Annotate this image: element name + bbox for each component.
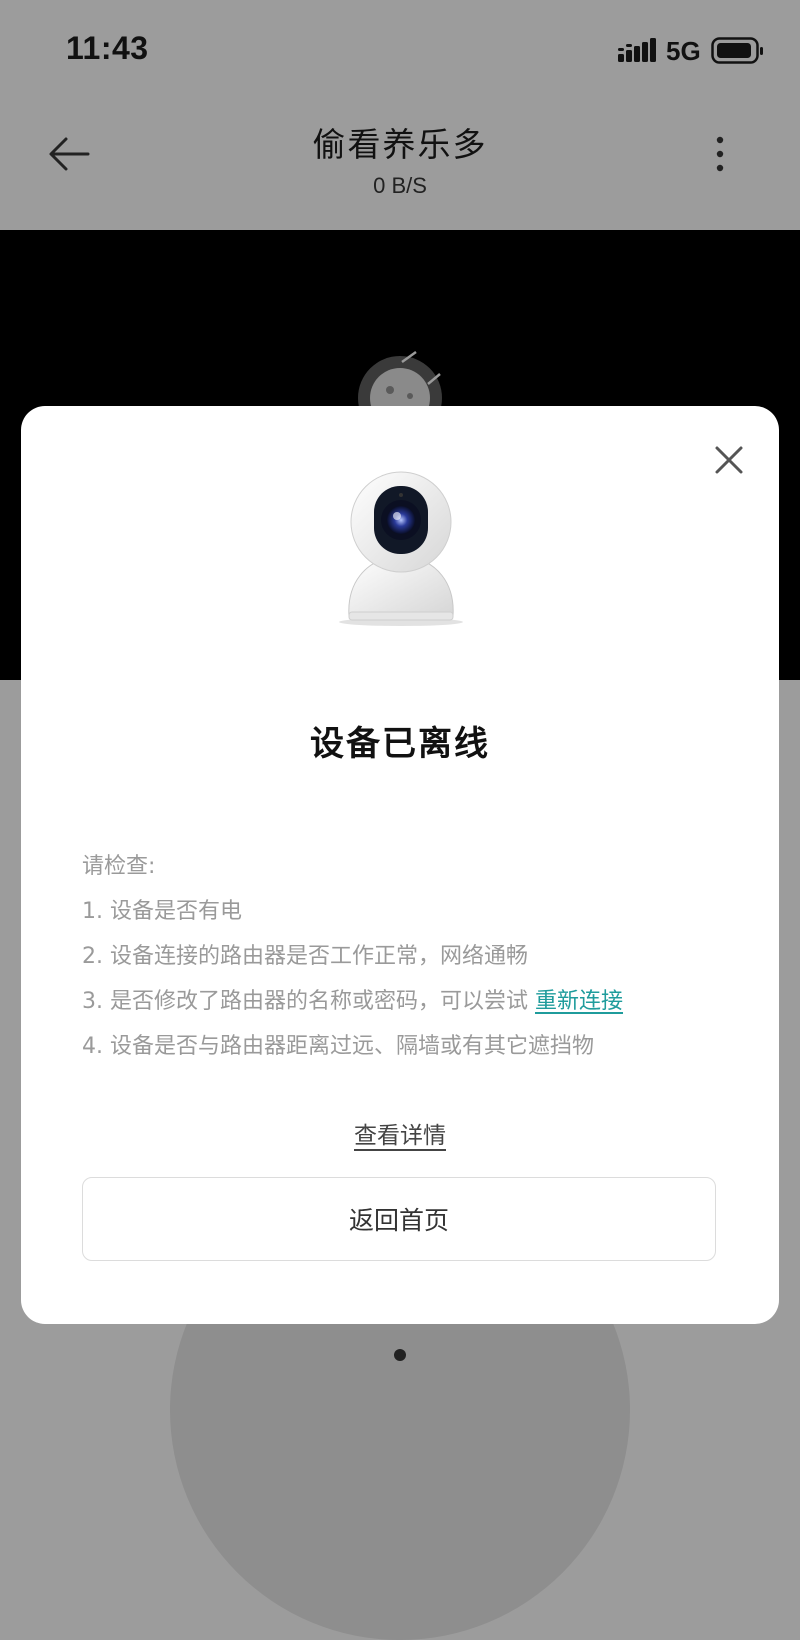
page-indicator-dot [394, 1349, 406, 1361]
details-link[interactable]: 查看详情 [354, 1123, 446, 1149]
check-item: 4. 设备是否与路由器距离过远、隔墙或有其它遮挡物 [82, 1034, 594, 1059]
status-time: 11:43 [66, 30, 149, 66]
close-button[interactable] [707, 438, 751, 482]
offline-device-icon [358, 350, 442, 410]
status-bar: 11:43 5G [0, 0, 800, 100]
return-home-button[interactable]: 返回首页 [82, 1177, 716, 1261]
check-item: 3. 是否修改了路由器的名称或密码，可以尝试 [82, 989, 528, 1014]
dialog-title: 设备已离线 [310, 724, 490, 764]
more-button[interactable] [700, 130, 740, 178]
close-icon [715, 446, 743, 474]
check-header: 请检查: [82, 854, 156, 879]
page-title: 偷看养乐多 [312, 125, 488, 164]
reconnect-link[interactable]: 重新连接 [535, 989, 623, 1014]
nav-bar: 偷看养乐多 0 B/S [0, 100, 800, 230]
details-link-row: 查看详情 [21, 1118, 779, 1154]
check-list: 请检查: 1. 设备是否有电 2. 设备连接的路由器是否工作正常，网络通畅 3.… [82, 844, 762, 1069]
signal-icon [618, 38, 656, 62]
back-arrow-icon [49, 137, 90, 171]
network-label: 5G [666, 36, 701, 66]
offline-dialog: 设备已离线 请检查: 1. 设备是否有电 2. 设备连接的路由器是否工作正常，网… [21, 406, 779, 1324]
camera-device-image [339, 471, 463, 626]
battery-icon [711, 37, 763, 64]
nav-title-group: 偷看养乐多 0 B/S [200, 122, 600, 202]
bitrate-label: 0 B/S [373, 173, 427, 198]
check-item: 2. 设备连接的路由器是否工作正常，网络通畅 [82, 944, 528, 969]
check-item-with-link: 3. 是否修改了路由器的名称或密码，可以尝试 重新连接 [82, 979, 762, 1024]
check-item: 1. 设备是否有电 [82, 899, 242, 924]
more-vertical-icon [716, 136, 724, 172]
back-button[interactable] [40, 130, 100, 178]
